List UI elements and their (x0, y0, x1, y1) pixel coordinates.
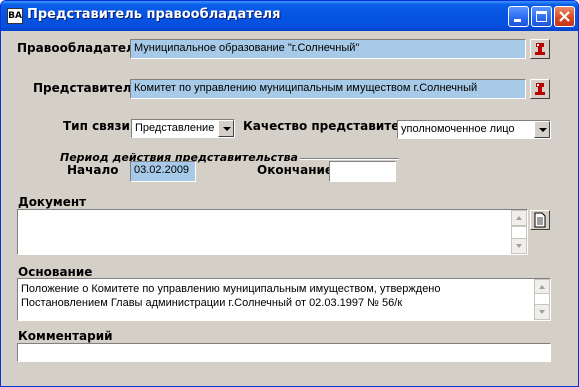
basis-label: Основание (18, 265, 93, 279)
basis-scrollbar[interactable] (534, 279, 550, 320)
rep-quality-select[interactable]: уполномоченное лицо (397, 120, 551, 139)
start-label: Начало (67, 163, 119, 177)
comment-field[interactable] (17, 343, 551, 362)
close-icon (559, 11, 570, 22)
document-scrollbar[interactable] (511, 210, 527, 254)
scroll-up-icon[interactable] (511, 210, 527, 226)
basis-text: Положение о Комитете по управлению муниц… (21, 283, 441, 309)
basis-textarea[interactable]: Положение о Комитете по управлению муниц… (17, 278, 551, 321)
rep-label: Представитель (33, 81, 140, 95)
rep-quality-label: Качество представителя (243, 119, 416, 133)
title-bar[interactable]: BA Представитель правообладателя (1, 1, 578, 31)
document-select-button[interactable] (530, 210, 550, 230)
maximize-icon (536, 11, 547, 22)
scroll-down-icon[interactable] (511, 238, 527, 254)
maximize-button[interactable] (531, 6, 552, 27)
rep-quality-value: уполномоченное лицо (401, 123, 515, 135)
scroll-down-icon[interactable] (534, 304, 550, 320)
lookup-icon (535, 83, 545, 95)
minimize-icon (514, 19, 521, 22)
document-label: Документ (18, 195, 87, 209)
rep-field[interactable]: Комитет по управлению муниципальным имущ… (130, 79, 526, 99)
link-type-select[interactable]: Представление (131, 119, 235, 138)
end-date-field[interactable] (329, 161, 396, 182)
main-window: BA Представитель правообладателя Правооб… (0, 0, 579, 387)
document-textarea[interactable] (17, 209, 528, 255)
app-icon: BA (7, 8, 23, 24)
rep-lookup-button[interactable] (530, 79, 550, 99)
start-date-field[interactable]: 03.02.2009 (130, 161, 196, 182)
minimize-button[interactable] (508, 6, 529, 27)
link-type-label: Тип связи (63, 119, 130, 133)
chevron-down-icon[interactable] (218, 120, 234, 137)
document-icon (534, 212, 546, 228)
owner-label: Правообладатель (17, 41, 143, 55)
link-type-value: Представление (135, 122, 215, 134)
owner-lookup-button[interactable] (530, 39, 550, 59)
window-title: Представитель правообладателя (27, 7, 281, 22)
close-button[interactable] (554, 6, 575, 27)
chevron-down-icon[interactable] (534, 121, 550, 138)
end-label: Окончание (257, 163, 334, 177)
owner-field[interactable]: Муниципальное образование "г.Солнечный" (130, 39, 526, 59)
comment-label: Комментарий (18, 329, 113, 343)
lookup-icon (535, 43, 545, 55)
